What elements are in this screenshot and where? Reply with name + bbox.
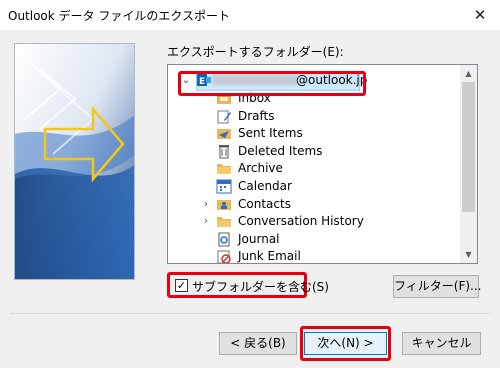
chevron-right-icon[interactable]: › (200, 195, 212, 213)
include-subfolders-checkbox[interactable]: ✓ (175, 279, 188, 292)
tree-item[interactable]: Journal (168, 230, 460, 248)
drafts-icon (216, 108, 232, 124)
filter-button[interactable]: フィルター(F)... (393, 275, 481, 298)
scroll-down-icon[interactable]: ▼ (460, 246, 477, 263)
title-bar: Outlook データ ファイルのエクスポート ✕ (0, 0, 500, 30)
tree-item[interactable]: › Contacts (168, 195, 460, 213)
tree-item[interactable]: Junk Email (168, 247, 460, 264)
export-dialog: Outlook データ ファイルのエクスポート ✕ エクスポートするフォルダー(… (0, 0, 500, 368)
calendar-icon (216, 178, 232, 194)
junk-icon (216, 248, 232, 263)
tree-item[interactable]: Drafts (168, 107, 460, 125)
sent-items-icon (216, 125, 232, 141)
tree-item[interactable]: Calendar (168, 177, 460, 195)
root-highlight-frame (178, 71, 366, 96)
close-button[interactable]: ✕ (460, 0, 500, 30)
tree-item-label: Sent Items (238, 126, 303, 141)
wizard-banner-image (14, 43, 135, 280)
tree-item-label: Drafts (238, 108, 275, 123)
scroll-up-icon[interactable]: ▲ (460, 65, 477, 82)
tree-item-label: Contacts (238, 196, 291, 211)
tree-item-label: Journal (238, 231, 280, 246)
folder-icon (216, 213, 232, 229)
cancel-button[interactable]: キャンセル (402, 332, 481, 355)
chevron-right-icon[interactable]: › (200, 212, 212, 230)
folder-tree[interactable]: ⌄ E @outlook.jp Inbox Drafts Sent Items Del… (167, 64, 478, 264)
contacts-icon (216, 196, 232, 212)
tree-item-label: Conversation History (238, 214, 364, 229)
tree-item-label: Calendar (238, 179, 292, 193)
tree-item-label: Junk Email (238, 249, 301, 264)
export-folder-label: エクスポートするフォルダー(E): (167, 45, 344, 59)
back-button[interactable]: < 戻る(B) (219, 332, 297, 355)
tree-item[interactable]: Sent Items (168, 124, 460, 142)
tree-item-label: Archive (238, 161, 283, 176)
footer-divider (10, 313, 490, 314)
window-title: Outlook データ ファイルのエクスポート (8, 9, 230, 23)
next-highlight-frame (300, 326, 391, 361)
tree-item[interactable]: Archive (168, 159, 460, 177)
folder-icon (216, 160, 232, 176)
tree-item-label: Deleted Items (238, 143, 323, 158)
tree-scrollbar[interactable]: ▲ ▼ (460, 65, 477, 263)
include-subfolders-option[interactable]: ✓ サブフォルダーを含む(S) (167, 272, 329, 298)
tree-item[interactable]: › Conversation History (168, 212, 460, 230)
journal-icon (216, 231, 232, 247)
tree-item[interactable]: Deleted Items (168, 142, 460, 160)
scroll-thumb[interactable] (462, 82, 475, 212)
include-subfolders-label: サブフォルダーを含む(S) (192, 280, 329, 294)
trash-icon (216, 143, 232, 159)
